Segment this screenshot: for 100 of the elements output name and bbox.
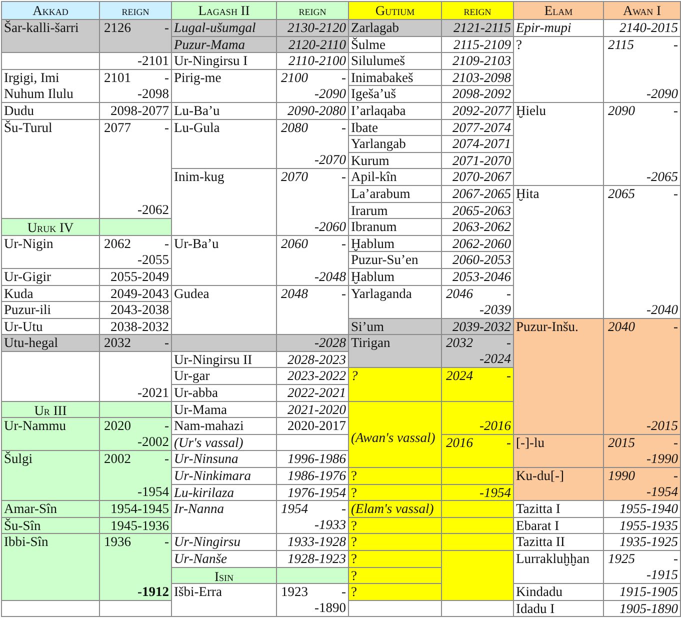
start-year: 2070 [281, 169, 308, 186]
table-cell: Ur-Ba’u [172, 236, 277, 286]
table-cell: 2115-2109 [442, 36, 514, 54]
table-cell: ? [514, 36, 604, 103]
table-cell: 2140-2015 [604, 20, 681, 37]
table-cell: 2028-2023 [277, 352, 349, 368]
table-cell: 2023-2022 [277, 368, 349, 386]
table-cell: Kuda [2, 286, 100, 302]
start-year: 2126 [104, 20, 131, 36]
table-cell: 1928-1923 [277, 551, 349, 568]
table-cell: ? [349, 518, 442, 534]
range-dash: - [342, 286, 346, 302]
end-year: -2015 [646, 418, 678, 434]
table-cell: Ḫielu [514, 102, 604, 186]
table-cell: Lugal-ušumgal [172, 20, 277, 37]
range-dash: - [674, 36, 678, 53]
table-cell: I’arlaqaba [349, 102, 442, 120]
table-cell [277, 434, 349, 452]
table-cell: Ur-Mama [172, 402, 277, 418]
end-year: -2090 [314, 86, 346, 102]
table-cell: Ur-Nammu [2, 418, 100, 452]
table-cell: Amar-Sîn [2, 501, 100, 518]
start-year: 2046 [446, 286, 473, 302]
range-dash: - [674, 468, 678, 484]
table-cell: Nam-mahazi [172, 418, 277, 435]
table-cell: Yarlaganda [349, 286, 442, 319]
table-cell: Kindadu [514, 584, 604, 601]
range-dash: - [674, 186, 678, 202]
table-cell: ? [349, 568, 442, 584]
column-header: reign [277, 2, 349, 20]
end-year: -2048 [314, 268, 346, 284]
table-cell: Lu-kirilaza [172, 484, 277, 502]
table-cell: 2120-2110 [277, 36, 349, 54]
table-cell: ? [349, 551, 442, 568]
range-dash: - [342, 70, 346, 86]
end-year: -1890 [314, 600, 346, 616]
table-cell: 1905-1890 [604, 600, 681, 618]
table-cell: 2063-2062 [442, 219, 514, 236]
table-cell: Lu-Gula [172, 120, 277, 170]
range-dash: - [164, 534, 169, 550]
table-cell: Utu-hegal [2, 335, 100, 352]
range-dash: - [164, 20, 169, 36]
table-cell: 2098-2092 [442, 86, 514, 103]
table-cell: Puzur-Mama [172, 36, 277, 54]
start-year: 2015 [608, 434, 635, 451]
column-header: reign [100, 2, 172, 20]
table-cell: Ur-Gigir [2, 268, 100, 286]
start-year: 2040 [608, 318, 635, 335]
end-year: -2062 [138, 202, 169, 218]
table-cell: 2053-2046 [442, 268, 514, 286]
table-cell [442, 600, 514, 618]
table-cell: ? [349, 534, 442, 551]
table-cell: ? [349, 468, 442, 485]
table-cell: 2121-2115 [442, 20, 514, 37]
table-cell: Ur-Nanše [172, 551, 277, 568]
range-dash: - [164, 236, 169, 252]
table-cell: 2071-2070 [442, 152, 514, 170]
range-dash: - [342, 584, 346, 600]
table-cell: 1915-1905 [604, 584, 681, 601]
end-year: -2070 [314, 152, 346, 168]
start-year: 2024 [446, 368, 473, 384]
start-year: 2002 [104, 451, 131, 468]
table-cell: 2065-2063 [442, 202, 514, 220]
range-dash: - [164, 70, 169, 86]
table-cell: Ur-Nigin [2, 236, 100, 269]
range-dash: - [506, 335, 511, 352]
table-cell: Puzur-Su’en [349, 252, 442, 269]
table-cell: 1955-1935 [604, 518, 681, 534]
start-year: 2060 [281, 236, 308, 252]
start-year: 2080 [281, 120, 308, 136]
table-cell: 1986-1976 [277, 468, 349, 485]
table-cell: 2039-2032 [442, 318, 514, 336]
column-header: Gutium [349, 2, 442, 20]
end-year: -2021 [138, 384, 169, 401]
start-year: 1936 [104, 534, 131, 550]
start-year: 1990 [608, 468, 635, 484]
table-cell: Ur-Ningirsu I [172, 53, 277, 70]
table-cell: 2090-2080 [277, 102, 349, 120]
table-cell: (Elam's vassal) [349, 501, 442, 518]
table-cell: Irgigi, Imi Nuhum Ilulu [2, 70, 100, 103]
table-cell: ? [349, 584, 442, 601]
end-year: -1933 [314, 517, 346, 534]
range-dash: - [506, 368, 511, 384]
table-cell: Ebarat I [514, 518, 604, 534]
range-dash: - [674, 102, 678, 119]
start-year: 2020 [104, 418, 131, 434]
table-cell: Tazitta II [514, 534, 604, 551]
range-dash: - [342, 236, 346, 252]
table-cell: Ur-gar [172, 368, 277, 386]
end-year: -2002 [138, 434, 169, 450]
end-year: -2098 [138, 86, 169, 102]
start-year: 2016 [446, 434, 473, 451]
end-year: -1954 [480, 484, 511, 501]
table-cell: Lurrakluḫḫan [514, 551, 604, 584]
table-cell: 2103-2098 [442, 70, 514, 86]
table-cell: 2110-2100 [277, 53, 349, 70]
table-cell: 1976-1954 [277, 484, 349, 502]
end-year: -2040 [646, 302, 678, 318]
column-header: Lagash II [172, 2, 277, 20]
table-cell: Šulme [349, 36, 442, 54]
